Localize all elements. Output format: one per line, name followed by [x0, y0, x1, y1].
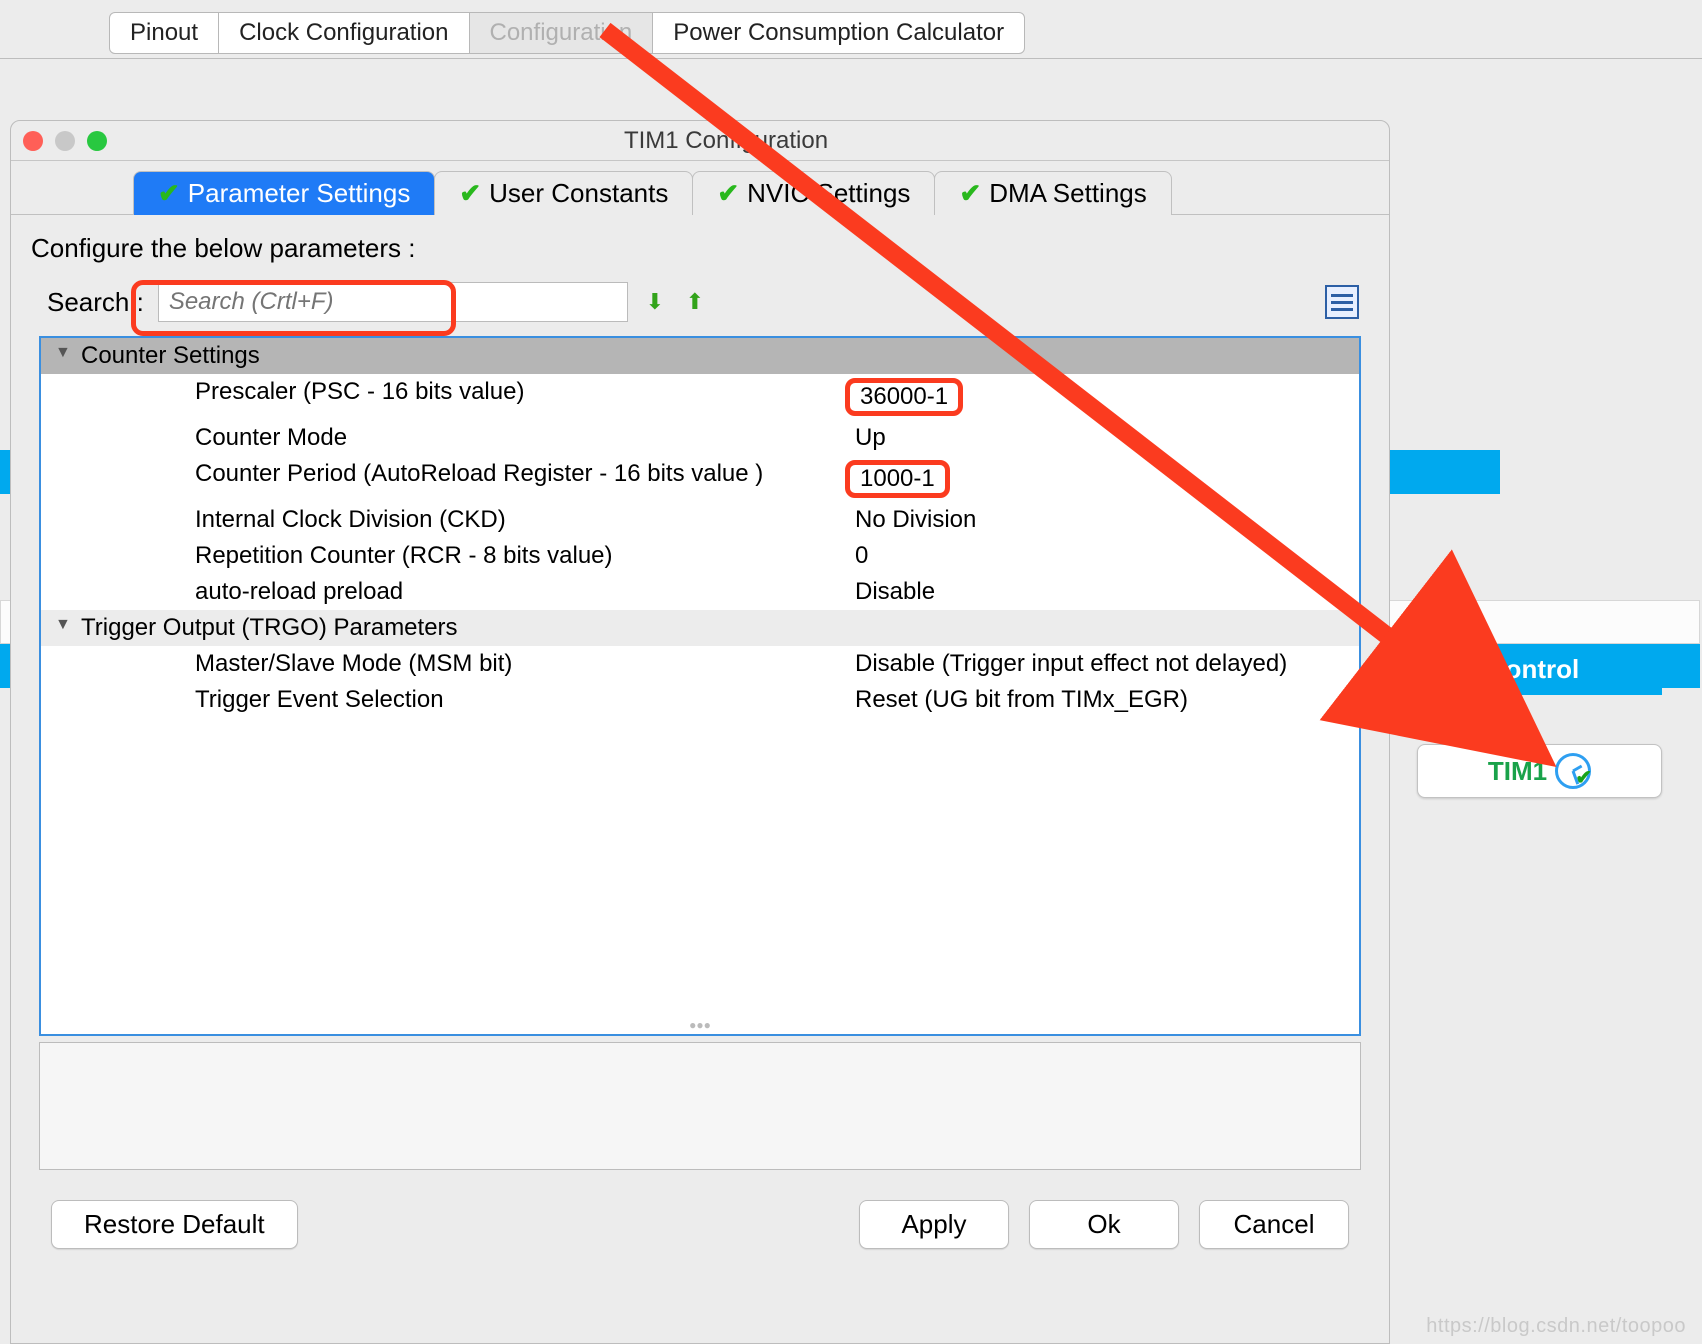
param-label: Master/Slave Mode (MSM bit)	[41, 650, 841, 678]
tab-dma-settings[interactable]: ✔ DMA Settings	[934, 171, 1171, 215]
param-label: Trigger Event Selection	[41, 686, 841, 714]
param-row-rcr[interactable]: Repetition Counter (RCR - 8 bits value) …	[41, 538, 1359, 574]
param-value[interactable]: Reset (UG bit from TIMx_EGR)	[841, 686, 1359, 714]
check-icon: ✔	[459, 178, 481, 209]
param-row-counter-mode[interactable]: Counter Mode Up	[41, 420, 1359, 456]
param-row-prescaler[interactable]: Prescaler (PSC - 16 bits value) 36000-1	[41, 374, 1359, 420]
param-label: Counter Mode	[41, 424, 841, 452]
param-row-msm[interactable]: Master/Slave Mode (MSM bit) Disable (Tri…	[41, 646, 1359, 682]
check-icon: ✔	[158, 178, 180, 209]
close-icon[interactable]	[23, 131, 43, 151]
dialog-title: TIM1 Configuration	[123, 127, 1389, 155]
group-counter-settings[interactable]: Counter Settings	[41, 338, 1359, 374]
tab-pinout[interactable]: Pinout	[109, 12, 219, 54]
tab-user-constants[interactable]: ✔ User Constants	[434, 171, 693, 215]
param-value[interactable]: No Division	[841, 506, 1359, 534]
ok-button[interactable]: Ok	[1029, 1200, 1179, 1249]
clock-icon: ✔	[1555, 753, 1591, 789]
param-value[interactable]: 36000-1	[845, 378, 963, 416]
titlebar[interactable]: TIM1 Configuration	[11, 121, 1389, 161]
param-label: Repetition Counter (RCR - 8 bits value)	[41, 542, 841, 570]
tab-label: DMA Settings	[989, 178, 1147, 209]
zoom-icon[interactable]	[87, 131, 107, 151]
resize-handle-icon[interactable]: ●●●	[689, 1018, 711, 1032]
check-icon: ✔	[959, 178, 981, 209]
description-box	[39, 1042, 1361, 1170]
param-value[interactable]: 1000-1	[845, 460, 950, 498]
control-panel-header: Control	[1404, 644, 1662, 695]
config-tabs: ✔ Parameter Settings ✔ User Constants ✔ …	[11, 161, 1389, 215]
param-label: Prescaler (PSC - 16 bits value)	[41, 378, 841, 416]
tab-parameter-settings[interactable]: ✔ Parameter Settings	[133, 171, 435, 215]
param-value[interactable]: Up	[841, 424, 1359, 452]
tab-power[interactable]: Power Consumption Calculator	[652, 12, 1025, 54]
tab-configuration[interactable]: Configuration	[469, 12, 654, 54]
tabs-divider	[0, 58, 1702, 59]
check-icon: ✔	[717, 178, 739, 209]
param-value[interactable]: Disable	[841, 578, 1359, 606]
minimize-icon[interactable]	[55, 131, 75, 151]
param-label: auto-reload preload	[41, 578, 841, 606]
list-toggle-icon[interactable]	[1325, 285, 1359, 319]
search-label: Search :	[47, 287, 144, 318]
parameter-tree[interactable]: Counter Settings Prescaler (PSC - 16 bit…	[39, 336, 1361, 1036]
param-label: Counter Period (AutoReload Register - 16…	[41, 460, 841, 498]
search-prev-icon[interactable]: ⬆	[682, 289, 708, 315]
main-tabs: Pinout Clock Configuration Configuration…	[0, 12, 1702, 54]
param-row-ckd[interactable]: Internal Clock Division (CKD) No Divisio…	[41, 502, 1359, 538]
tim1-config-dialog: TIM1 Configuration ✔ Parameter Settings …	[10, 120, 1390, 1344]
tim1-button[interactable]: TIM1 ✔	[1417, 744, 1662, 798]
apply-button[interactable]: Apply	[859, 1200, 1009, 1249]
search-next-icon[interactable]: ⬇	[642, 289, 668, 315]
tab-nvic-settings[interactable]: ✔ NVIC Settings	[692, 171, 935, 215]
param-row-counter-period[interactable]: Counter Period (AutoReload Register - 16…	[41, 456, 1359, 502]
cancel-button[interactable]: Cancel	[1199, 1200, 1349, 1249]
param-value[interactable]: 0	[841, 542, 1359, 570]
control-panel: Control	[1404, 644, 1662, 695]
tab-clock[interactable]: Clock Configuration	[218, 12, 469, 54]
configure-subtitle: Configure the below parameters :	[11, 215, 1389, 276]
restore-default-button[interactable]: Restore Default	[51, 1200, 298, 1249]
tim1-label: TIM1	[1488, 756, 1547, 787]
param-row-arp[interactable]: auto-reload preload Disable	[41, 574, 1359, 610]
tab-label: User Constants	[489, 178, 668, 209]
search-row: Search : ⬇ ⬆	[11, 276, 1389, 336]
group-trgo[interactable]: Trigger Output (TRGO) Parameters	[41, 610, 1359, 646]
param-label: Internal Clock Division (CKD)	[41, 506, 841, 534]
tab-label: Parameter Settings	[188, 178, 411, 209]
param-row-trg[interactable]: Trigger Event Selection Reset (UG bit fr…	[41, 682, 1359, 718]
watermark: https://blog.csdn.net/toopoo	[1426, 1315, 1686, 1338]
param-value[interactable]: Disable (Trigger input effect not delaye…	[841, 650, 1359, 678]
dialog-buttons: Restore Default Apply Ok Cancel	[11, 1170, 1389, 1249]
search-input[interactable]	[158, 282, 628, 322]
tab-label: NVIC Settings	[747, 178, 910, 209]
